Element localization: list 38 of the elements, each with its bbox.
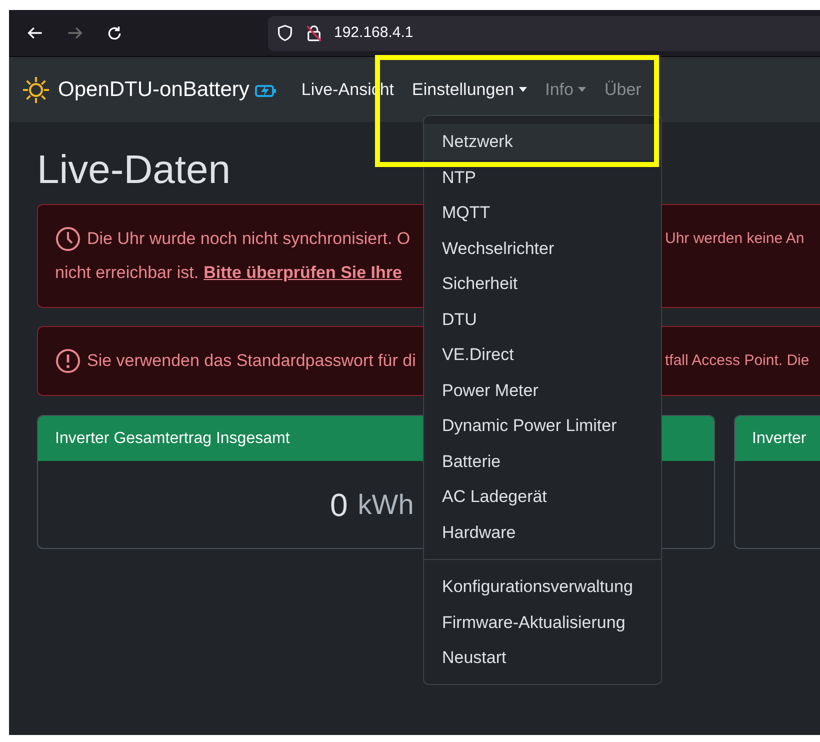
menu-item[interactable]: MQTT [424, 195, 661, 230]
menu-item[interactable]: Batterie [424, 444, 661, 479]
menu-item[interactable]: Hardware [424, 514, 661, 550]
menu-item[interactable]: NTP [424, 160, 661, 195]
card-unit: kWh [358, 488, 414, 522]
alert-text: Die Uhr wurde noch nicht synchronisiert. O [87, 228, 410, 250]
sun-icon [21, 74, 51, 104]
page-title: Live-Daten [37, 147, 230, 194]
nav-link[interactable]: Info [545, 76, 586, 102]
reload-icon [106, 24, 122, 42]
alert-text: tfall Access Point. Die [665, 350, 810, 371]
brand-name[interactable]: OpenDTU-onBattery [58, 74, 250, 106]
card-title: Inverter Gesamtertrag Insgesamt [55, 428, 290, 448]
exclamation-icon [55, 348, 81, 374]
card-title: Inverter [752, 428, 806, 448]
menu-item[interactable]: Firmware-Aktualisierung [424, 604, 661, 640]
alert-text: Uhr werden keine An [665, 228, 804, 249]
card-value: 0 [330, 486, 348, 524]
menu-item[interactable]: Sicherheit [424, 266, 661, 302]
menu-item[interactable]: Power Meter [424, 372, 661, 408]
alert-text: nicht erreichbar ist. [55, 262, 199, 284]
nav-link[interactable]: Über [604, 76, 642, 102]
clock-icon [55, 226, 81, 252]
url-text: 192.168.4.1 [334, 22, 414, 43]
menu-item[interactable]: AC Ladegerät [424, 479, 661, 514]
menu-item[interactable]: Netzwerk [424, 124, 661, 160]
menu-item[interactable]: Wechselrichter [424, 230, 661, 266]
lock-icon [305, 24, 323, 42]
menu-item[interactable]: VE.Direct [424, 337, 661, 372]
shield-icon [276, 24, 294, 42]
menu-item[interactable]: Neustart [424, 640, 661, 676]
menu-item[interactable]: Konfigurationsverwaltung [424, 569, 661, 604]
alert-text: Sie verwenden das Standardpasswort für di [87, 350, 416, 372]
settings-link[interactable]: Bitte überprüfen Sie Ihre [204, 260, 402, 286]
nav-link[interactable]: Einstellungen [412, 76, 528, 102]
menu-item[interactable]: DTU [424, 302, 661, 337]
address-bar[interactable]: 192.168.4.1 [268, 16, 820, 50]
menu-item[interactable]: Dynamic Power Limiter [424, 408, 661, 444]
